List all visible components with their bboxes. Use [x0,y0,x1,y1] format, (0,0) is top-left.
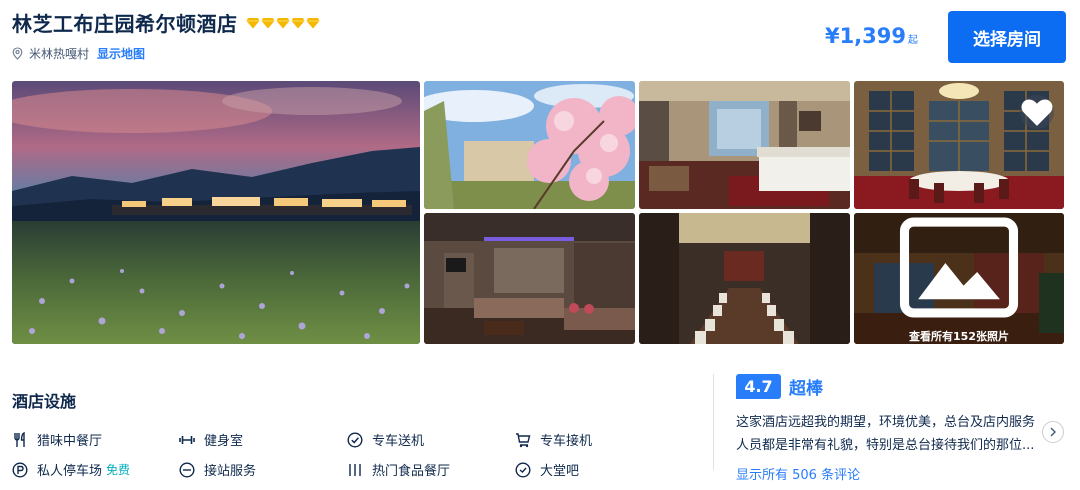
diamond-star-icon [291,17,304,28]
section-divider [713,374,714,470]
facilities-title: 酒店设施 [12,392,77,411]
ktv-room-image [424,213,635,344]
landscape-image [12,81,420,344]
facilities-section: 酒店设施 猎味中餐厅 健身室 专车送机 专车接机 私人停车场 免费 接站服务 热… [12,388,692,490]
hotel-name: 林芝工布庄园希尔顿酒店 [12,12,238,36]
price: ¥1,399 [824,24,906,48]
facility-item: 专车送机 [347,430,424,449]
facilities-grid: 猎味中餐厅 健身室 专车送机 专车接机 私人停车场 免费 接站服务 热门食品餐厅 [12,430,692,490]
show-map-link[interactable]: 显示地图 [97,45,145,62]
diamond-star-icon [246,17,259,28]
cart-icon [516,432,531,447]
price-box: ¥1,399 起 [825,24,918,48]
hotel-header: 林芝工布庄园希尔顿酒店 米林热嘎村 显示地图 ¥1,399 起 选择房间 [12,8,1066,68]
chevron-right-icon [1050,427,1056,437]
check-circle-icon [347,431,363,448]
main-photo[interactable] [12,81,420,344]
all-reviews-link[interactable]: 显示所有 506 条评论 [736,464,860,483]
heart-icon [1021,99,1053,126]
photo-guest-room[interactable] [639,81,850,209]
blossom-image [424,81,635,209]
photo-dining-room[interactable] [854,81,1064,209]
price-unit: 起 [908,35,918,46]
photo-count-overlay[interactable]: 查看所有152张照片 [854,213,1064,344]
dining-icon [14,431,25,447]
score-label: 超棒 [789,379,823,399]
facility-item: 猎味中餐厅 [12,430,102,449]
choose-room-button[interactable]: 选择房间 [948,11,1066,63]
dumbbell-icon [179,435,195,444]
view-all-photos[interactable]: 查看所有152张照片 [854,213,1064,344]
diamond-star-icon [276,17,289,28]
facility-item: 专车接机 [515,430,592,449]
guest-room-image [639,81,850,209]
review-text: 这家酒店远超我的期望，环境优美，总台及店内服务人员都是非常有礼貌，特别是总台接待… [736,415,1036,453]
view-all-photos-label: 查看所有152张照片 [909,330,1009,343]
location-pin-icon [12,47,23,60]
score-badge: 4.7 [736,374,781,399]
image-icon [899,217,1019,318]
favorite-button[interactable] [1020,95,1054,129]
hotel-location: 米林热嘎村 [29,47,90,61]
meeting-room-image [639,213,850,344]
next-review-button[interactable] [1042,421,1064,443]
diamond-star-icon [261,17,274,28]
photo-blossom[interactable] [424,81,635,209]
photo-gallery: 查看所有152张照片 [12,81,1064,344]
photo-meeting-room[interactable] [639,213,850,344]
facility-item: 健身室 [179,430,243,449]
photo-ktv-room[interactable] [424,213,635,344]
star-rating [246,17,321,29]
review-summary: 4.7 超棒 这家酒店远超我的期望，环境优美，总台及店内服务人员都是非常有礼貌，… [736,374,1066,483]
diamond-star-icon [306,17,319,28]
